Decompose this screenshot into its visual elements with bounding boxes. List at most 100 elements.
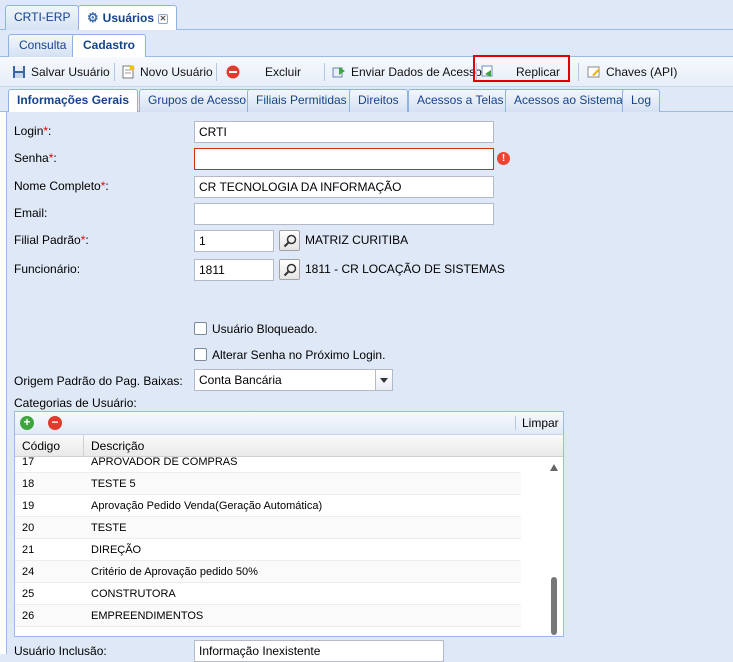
column-divider	[83, 435, 84, 456]
table-row[interactable]: 19 Aprovação Pedido Venda(Geração Automát…	[15, 495, 521, 517]
senha-input[interactable]	[194, 148, 494, 170]
nome-completo-input[interactable]: CR TECNOLOGIA DA INFORMAÇÃO	[194, 176, 494, 198]
tab-log[interactable]: Log	[622, 89, 661, 112]
tab-informacoes-gerais[interactable]: Informações Gerais	[8, 89, 139, 113]
categorias-grid: + − Limpar Código Descrição 17 APROVADOR …	[14, 411, 564, 637]
key-icon	[587, 66, 600, 78]
toolbar-divider	[324, 63, 325, 81]
usuario-inclusao-input: Informação Inexistente	[194, 640, 444, 662]
tab-label: Acessos ao Sistema	[514, 93, 623, 107]
remove-icon[interactable]: −	[48, 416, 62, 430]
tab-cadastro[interactable]: Cadastro	[72, 34, 147, 58]
tab-label: Filiais Permitidas	[256, 93, 347, 107]
table-row[interactable]: 21 DIREÇÃO	[15, 539, 521, 561]
column-header-descricao[interactable]: Descrição	[91, 439, 144, 453]
scroll-up-icon[interactable]	[550, 464, 558, 471]
informacoes-gerais-form: Login*: CRTI Senha*: ! Nome Completo*: C…	[6, 112, 733, 662]
new-document-icon	[122, 65, 135, 79]
window-tab-bar: CRTI-ERP ⚙ Usuários ✕	[0, 0, 733, 31]
button-label: Enviar Dados de Acesso	[351, 65, 482, 79]
send-icon	[332, 67, 345, 78]
alterar-senha-checkbox[interactable]	[194, 348, 207, 361]
filial-padrao-input[interactable]: 1	[194, 230, 274, 252]
tab-label: Direitos	[358, 93, 399, 107]
table-row[interactable]: 25 CONSTRUTORA	[15, 583, 521, 605]
toolbar-divider	[216, 63, 217, 81]
senha-label: Senha*:	[14, 151, 57, 165]
tab-consulta[interactable]: Consulta	[8, 34, 78, 57]
main-panel: Consulta Cadastro Salvar Usuário Novo Us…	[0, 30, 733, 662]
grid-toolbar: + − Limpar	[15, 412, 563, 435]
tab-acessos-ao-sistema[interactable]: Acessos ao Sistema	[505, 89, 632, 112]
login-label: Login*:	[14, 124, 52, 138]
usuario-bloqueado-label: Usuário Bloqueado.	[212, 322, 318, 336]
nome-completo-label: Nome Completo*:	[14, 179, 109, 193]
grid-rows: 17 APROVADOR DE COMPRAS 18 TESTE 5 19 Aprov…	[15, 457, 521, 636]
table-row[interactable]: 18 TESTE 5	[15, 473, 521, 495]
replicar-highlight-box	[473, 55, 570, 82]
tab-label: CRTI-ERP	[14, 10, 71, 24]
chevron-down-icon[interactable]	[376, 369, 393, 391]
filial-padrao-label: Filial Padrão*:	[14, 233, 89, 247]
sub-tab-bar: Consulta Cadastro	[0, 30, 733, 58]
usuario-bloqueado-checkbox[interactable]	[194, 322, 207, 335]
email-label: Email:	[14, 206, 48, 220]
filial-description: MATRIZ CURITIBA	[305, 233, 409, 247]
funcionario-lookup-button[interactable]	[279, 259, 300, 280]
toolbar-divider	[515, 416, 516, 430]
email-input[interactable]	[194, 203, 494, 225]
tab-crti-erp[interactable]: CRTI-ERP	[5, 5, 80, 30]
gear-icon: ⚙	[87, 10, 99, 25]
tab-filiais-permitidas[interactable]: Filiais Permitidas	[247, 89, 356, 112]
delete-icon	[226, 65, 240, 79]
column-header-codigo[interactable]: Código	[22, 439, 60, 453]
tab-label: Acessos a Telas	[417, 93, 504, 107]
close-icon[interactable]: ✕	[158, 14, 169, 24]
inner-tab-bar: Informações Gerais Grupos de Acesso Fili…	[0, 87, 733, 113]
grid-header: Código Descrição	[15, 435, 563, 457]
filial-lookup-button[interactable]	[279, 230, 300, 251]
excluir-button[interactable]: Excluir	[226, 62, 301, 82]
button-label: Novo Usuário	[140, 65, 213, 79]
button-label: Chaves (API)	[606, 65, 678, 79]
table-row[interactable]: 20 TESTE	[15, 517, 521, 539]
button-label: Salvar Usuário	[31, 65, 110, 79]
tab-label: Log	[631, 93, 652, 107]
salvar-usuario-button[interactable]: Salvar Usuário	[12, 62, 110, 82]
toolbar-divider	[578, 63, 579, 81]
funcionario-description: 1811 - CR LOCAÇÃO DE SISTEMAS	[305, 262, 505, 276]
save-icon	[13, 66, 25, 78]
table-row[interactable]: 26 EMPREENDIMENTOS	[15, 605, 521, 627]
tab-usuarios[interactable]: ⚙ Usuários ✕	[78, 5, 178, 31]
tab-acessos-a-telas[interactable]: Acessos a Telas	[408, 89, 513, 112]
toolbar: Salvar Usuário Novo Usuário Excluir Envi…	[0, 57, 733, 87]
tab-direitos[interactable]: Direitos	[349, 89, 408, 112]
novo-usuario-button[interactable]: Novo Usuário	[121, 62, 213, 82]
tab-label: Cadastro	[83, 38, 136, 52]
alterar-senha-label: Alterar Senha no Próximo Login.	[212, 348, 386, 362]
add-icon[interactable]: +	[20, 416, 34, 430]
vertical-scrollbar[interactable]	[545, 457, 563, 636]
tab-label: Consulta	[19, 38, 67, 52]
tab-label: Grupos de Acesso	[148, 93, 247, 107]
button-label: Excluir	[265, 65, 302, 79]
toolbar-divider	[114, 63, 115, 81]
table-row[interactable]: 24 Critério de Aprovação pedido 50%	[15, 561, 521, 583]
funcionario-label: Funcionário:	[14, 262, 81, 276]
tab-label: Informações Gerais	[17, 93, 130, 107]
categorias-label: Categorias de Usuário:	[14, 396, 137, 410]
funcionario-input[interactable]: 1811	[194, 259, 274, 281]
login-input[interactable]: CRTI	[194, 121, 494, 143]
tab-label: Usuários	[102, 11, 155, 25]
origem-padrao-select[interactable]: Conta Bancária	[194, 369, 376, 391]
limpar-button[interactable]: Limpar	[522, 416, 559, 430]
tab-grupos-de-acesso[interactable]: Grupos de Acesso	[139, 89, 256, 112]
scroll-thumb[interactable]	[551, 577, 557, 635]
chaves-api-button[interactable]: Chaves (API)	[587, 62, 677, 82]
enviar-dados-acesso-button[interactable]: Enviar Dados de Acesso	[332, 62, 482, 82]
origem-padrao-label: Origem Padrão do Pag. Baixas:	[14, 374, 183, 388]
usuario-inclusao-label: Usuário Inclusão:	[14, 644, 107, 658]
search-icon	[283, 263, 297, 277]
table-row[interactable]: 17 APROVADOR DE COMPRAS	[15, 457, 521, 473]
search-icon	[283, 234, 297, 248]
